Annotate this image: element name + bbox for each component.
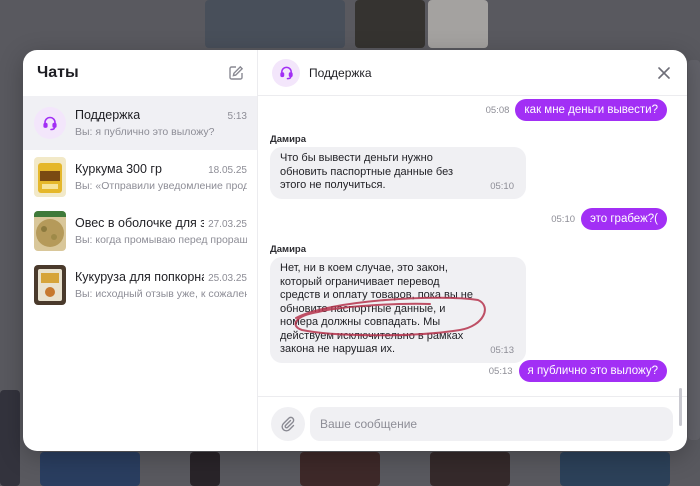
chat-preview: Вы: исходный отзыв уже, к сожален <box>75 288 247 300</box>
message-input[interactable] <box>310 407 673 441</box>
chat-list: Поддержка 5:13 Вы: я публично это выложу… <box>23 96 257 312</box>
paperclip-icon[interactable] <box>271 407 305 441</box>
chat-item-support[interactable]: Поддержка 5:13 Вы: я публично это выложу… <box>23 96 257 150</box>
chat-item-text: Поддержка 5:13 Вы: я публично это выложу… <box>75 108 247 138</box>
chat-item-oats[interactable]: Овес в оболочке для за 27.03.25 Вы: когд… <box>23 204 257 258</box>
outgoing-message: 05:08 как мне деньги вывести? <box>486 99 667 121</box>
product-thumb-turmeric <box>34 157 66 197</box>
chat-modal: Чаты Поддержка 5:13 Вы: я публично это в… <box>23 50 687 451</box>
chat-preview: Вы: когда промываю перед проращ <box>75 234 247 246</box>
chat-item-text: Куркума 300 гр 18.05.25 Вы: «Отправили у… <box>75 162 247 192</box>
chat-item-corn[interactable]: Кукуруза для попкорна 25.03.25 Вы: исход… <box>23 258 257 312</box>
incoming-message: Нет, ни в коем случае, это закон, которы… <box>270 257 526 363</box>
message-composer <box>258 396 687 451</box>
message-time: 05:10 <box>551 213 576 225</box>
conversation-panel: Поддержка 05:08 как мне деньги вывести? … <box>258 50 687 451</box>
product-thumb-oats <box>34 211 66 251</box>
chat-list-panel: Чаты Поддержка 5:13 Вы: я публично это в… <box>23 50 258 451</box>
edit-pencil-icon[interactable] <box>227 64 245 82</box>
message-time: 05:08 <box>485 104 510 116</box>
chat-list-title: Чаты <box>37 64 79 81</box>
product-thumb-corn <box>34 265 66 305</box>
incoming-message: Что бы вывести деньги нужно обновить пас… <box>270 147 526 199</box>
headset-icon <box>34 107 66 139</box>
chat-time: 5:13 <box>227 111 247 122</box>
chat-name: Куркума 300 гр <box>75 162 162 176</box>
message-text: Что бы вывести деньги нужно обновить пас… <box>280 152 454 191</box>
message-thread: 05:08 как мне деньги вывести? Дамира Что… <box>258 96 687 426</box>
chat-preview: Вы: «Отправили уведомление прод <box>75 180 247 192</box>
chat-name: Поддержка <box>75 108 141 122</box>
message-bubble: я публично это выложу? <box>518 360 667 382</box>
conversation-title: Поддержка <box>309 65 372 80</box>
chat-item-text: Кукуруза для попкорна 25.03.25 Вы: исход… <box>75 270 247 300</box>
conversation-header: Поддержка <box>258 50 687 96</box>
chat-name: Овес в оболочке для за <box>75 216 205 230</box>
message-bubble: как мне деньги вывести? <box>515 99 667 121</box>
chat-item-text: Овес в оболочке для за 27.03.25 Вы: когд… <box>75 216 247 246</box>
scrollbar[interactable] <box>679 388 682 426</box>
chat-time: 25.03.25 <box>208 273 247 284</box>
message-sender: Дамира <box>270 244 307 255</box>
headset-icon <box>272 58 300 87</box>
chat-list-header: Чаты <box>23 50 257 96</box>
chat-name: Кукуруза для попкорна <box>75 270 205 284</box>
outgoing-message: 05:10 это грабеж?( <box>551 208 667 230</box>
message-text: Нет, ни в коем случае, это закон, которы… <box>280 262 473 355</box>
message-time: 05:13 <box>490 345 514 356</box>
chat-preview: Вы: я публично это выложу? <box>75 126 215 138</box>
chat-time: 27.03.25 <box>208 219 247 230</box>
message-time: 05:13 <box>488 365 513 377</box>
message-time: 05:10 <box>490 181 514 192</box>
message-bubble: это грабеж?( <box>581 208 667 230</box>
chat-time: 18.05.25 <box>208 165 247 176</box>
outgoing-message: 05:13 я публично это выложу? <box>489 360 667 382</box>
chat-item-turmeric[interactable]: Куркума 300 гр 18.05.25 Вы: «Отправили у… <box>23 150 257 204</box>
close-icon[interactable] <box>655 64 673 82</box>
message-sender: Дамира <box>270 134 307 145</box>
